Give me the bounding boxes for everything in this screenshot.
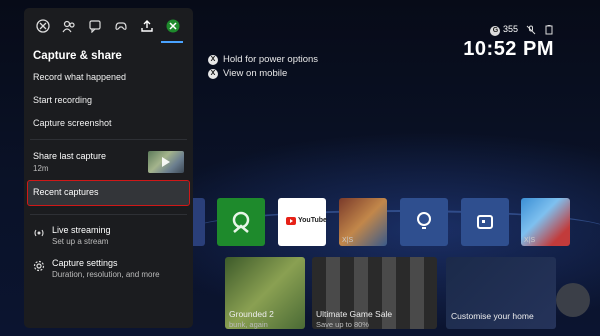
capture-settings-title: Capture settings (52, 258, 118, 268)
tile-gta-badge: X|S (342, 237, 354, 244)
tab-xbox[interactable] (30, 13, 56, 39)
mobile-hint-text: View on mobile (223, 68, 288, 79)
gamerscore: G 355 (490, 24, 518, 36)
tile-tips[interactable] (400, 198, 448, 246)
active-tab-indicator (161, 41, 183, 43)
live-streaming[interactable]: Live streaming Set up a stream (24, 219, 193, 252)
power-hint: X Hold for power options (208, 54, 318, 65)
tab-home[interactable] (160, 13, 186, 39)
capture-thumbnail (148, 151, 184, 173)
xbox-button-icon: X (208, 54, 218, 65)
youtube-icon (286, 217, 296, 225)
mobile-hint: X View on mobile (208, 68, 287, 79)
recent-captures[interactable]: Recent captures (27, 180, 190, 206)
status-bar: G 355 (490, 24, 554, 36)
divider (30, 139, 187, 140)
sale-subtitle: Save up to 80% (316, 320, 369, 329)
live-streaming-icon (34, 229, 44, 237)
guide-tabs (24, 8, 193, 44)
tile-forza[interactable]: X|S (521, 198, 570, 246)
mic-muted-icon (526, 25, 536, 35)
grounded-subtitle: bunk, again (229, 320, 268, 329)
guide-heading: Capture & share (33, 50, 122, 62)
share-last-age: 12m (33, 164, 49, 173)
tab-capture-share[interactable] (134, 13, 160, 39)
live-streaming-sub: Set up a stream (52, 237, 109, 246)
clock: 10:52 PM (463, 38, 554, 60)
featured-customise[interactable]: Customise your home (446, 257, 556, 329)
record-what-happened[interactable]: Record what happened (24, 66, 193, 89)
play-icon (162, 157, 170, 167)
tile-game-pass[interactable] (217, 198, 265, 246)
tile-youtube[interactable]: YouTube (278, 198, 327, 246)
start-recording[interactable]: Start recording (24, 89, 193, 112)
lightbulb-icon (417, 212, 431, 229)
tile-store[interactable] (461, 198, 509, 246)
gamerscore-icon: G (490, 25, 501, 36)
tile-forza-badge: X|S (524, 237, 536, 244)
tab-chat[interactable] (82, 13, 108, 39)
tile-gta[interactable]: X|S (339, 198, 387, 246)
share-last-title: Share last capture (33, 151, 107, 161)
capture-settings[interactable]: Capture settings Duration, resolution, a… (24, 252, 193, 285)
gear-icon (33, 260, 45, 272)
battery-icon (545, 24, 553, 35)
featured-sale[interactable]: Ultimate Game Sale Save up to 80% (312, 257, 437, 329)
sale-title: Ultimate Game Sale (316, 309, 393, 319)
customise-label: Customise your home (451, 311, 534, 321)
xbox-logo-icon (36, 19, 50, 33)
divider (30, 214, 187, 215)
avatar[interactable] (556, 283, 590, 317)
controller-icon (115, 22, 127, 30)
share-upload-icon (141, 20, 153, 32)
capture-screenshot[interactable]: Capture screenshot (24, 112, 193, 135)
game-pass-icon (232, 211, 250, 233)
share-last-capture[interactable]: Share last capture 12m (24, 144, 193, 178)
youtube-label: YouTube (298, 217, 327, 224)
guide-panel: Capture & share Record what happened Sta… (24, 8, 193, 328)
people-icon (62, 20, 75, 33)
store-icon (477, 215, 493, 229)
featured-grounded[interactable]: Grounded 2 bunk, again (225, 257, 305, 329)
capture-settings-sub: Duration, resolution, and more (52, 270, 160, 279)
tab-people[interactable] (56, 13, 82, 39)
xbox-home-icon (166, 19, 180, 33)
live-streaming-title: Live streaming (52, 225, 111, 235)
tab-controller[interactable] (108, 13, 134, 39)
grounded-title: Grounded 2 (229, 309, 274, 319)
xbox-button-icon: X (208, 68, 218, 79)
chat-icon (89, 20, 101, 33)
power-hint-text: Hold for power options (223, 54, 319, 65)
